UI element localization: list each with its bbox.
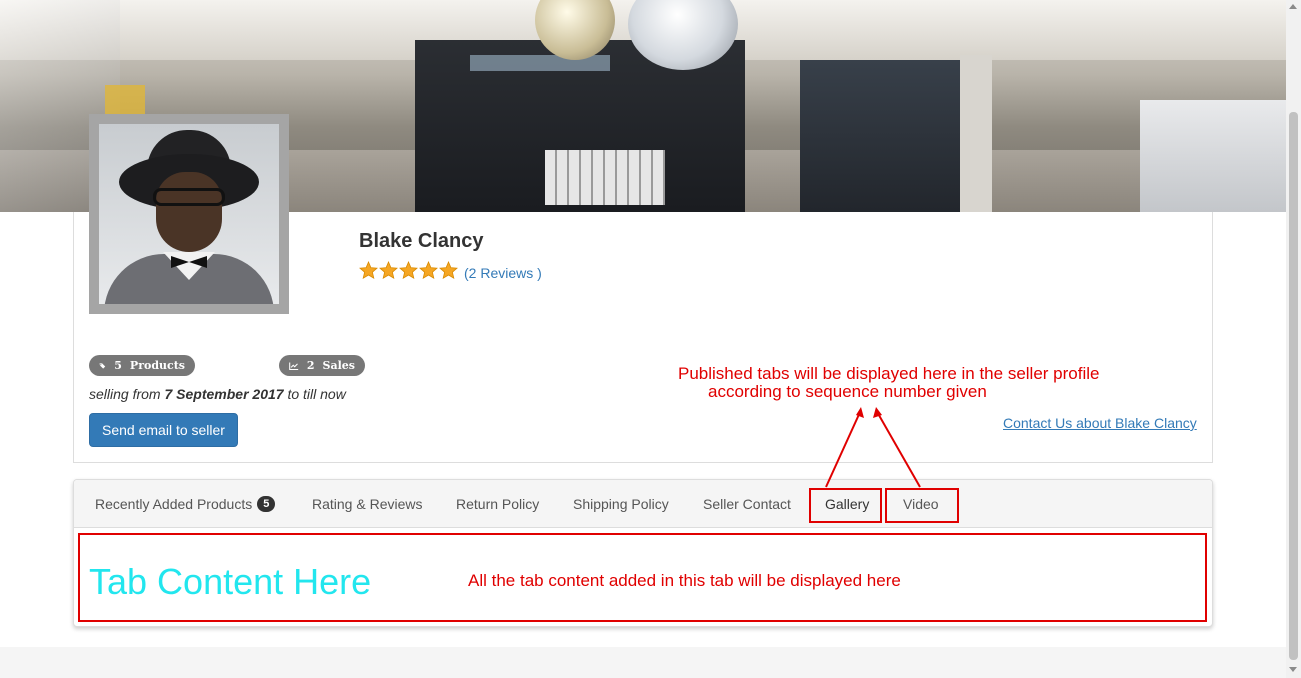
rating-stars — [359, 261, 458, 280]
tab-recently-added-products[interactable]: Recently Added Products 5 — [95, 480, 276, 528]
products-label: Products — [129, 359, 185, 372]
sales-label: Sales — [322, 359, 355, 372]
tab-return-policy[interactable]: Return Policy — [456, 480, 539, 528]
tab-seller-contact[interactable]: Seller Contact — [703, 480, 791, 528]
tab-shipping-policy[interactable]: Shipping Policy — [573, 480, 669, 528]
vertical-scrollbar[interactable] — [1286, 0, 1301, 678]
contact-seller-link[interactable]: Contact Us about Blake Clancy — [1003, 415, 1197, 431]
video-tab-highlight — [885, 488, 959, 523]
star-icon — [399, 261, 418, 280]
tabs-annotation: Published tabs will be displayed here in… — [678, 365, 1099, 401]
scroll-up-arrow-icon[interactable] — [1289, 4, 1297, 9]
star-icon — [419, 261, 438, 280]
tab-content-title: Tab Content Here — [89, 561, 372, 602]
reviews-link[interactable]: (2 Reviews ) — [464, 265, 542, 281]
tabs-bar: Recently Added Products 5 Rating & Revie… — [74, 480, 1212, 528]
tab-rating-reviews[interactable]: Rating & Reviews — [312, 480, 423, 528]
products-badge: 5 Products — [89, 355, 195, 376]
star-icon — [439, 261, 458, 280]
tabs-annotation-line2: according to sequence number given — [708, 382, 987, 401]
sales-count: 2 — [306, 359, 315, 372]
tab-recent-label: Recently Added Products — [95, 496, 253, 512]
gallery-tab-highlight — [809, 488, 882, 523]
selling-since-text: selling from 7 September 2017 to till no… — [89, 386, 346, 402]
sales-badge: 2 Sales — [279, 355, 365, 376]
star-icon — [379, 261, 398, 280]
footer-strip — [0, 647, 1286, 678]
line-chart-icon — [289, 361, 299, 370]
selling-suffix: to till now — [287, 386, 346, 402]
seller-avatar — [89, 114, 289, 314]
scroll-down-arrow-icon[interactable] — [1289, 667, 1297, 672]
scrollbar-thumb[interactable] — [1289, 112, 1298, 660]
tags-icon — [99, 362, 106, 369]
products-count: 5 — [114, 359, 122, 372]
star-icon — [359, 261, 378, 280]
selling-date: 7 September 2017 — [164, 386, 284, 402]
tab-recent-count-badge: 5 — [257, 496, 276, 512]
send-email-button[interactable]: Send email to seller — [89, 413, 238, 447]
seller-name: Blake Clancy — [359, 230, 484, 252]
selling-prefix: selling from — [89, 386, 161, 402]
tab-content-annotation: All the tab content added in this tab wi… — [468, 571, 901, 590]
tabs-annotation-line1: Published tabs will be displayed here in… — [678, 364, 1100, 383]
